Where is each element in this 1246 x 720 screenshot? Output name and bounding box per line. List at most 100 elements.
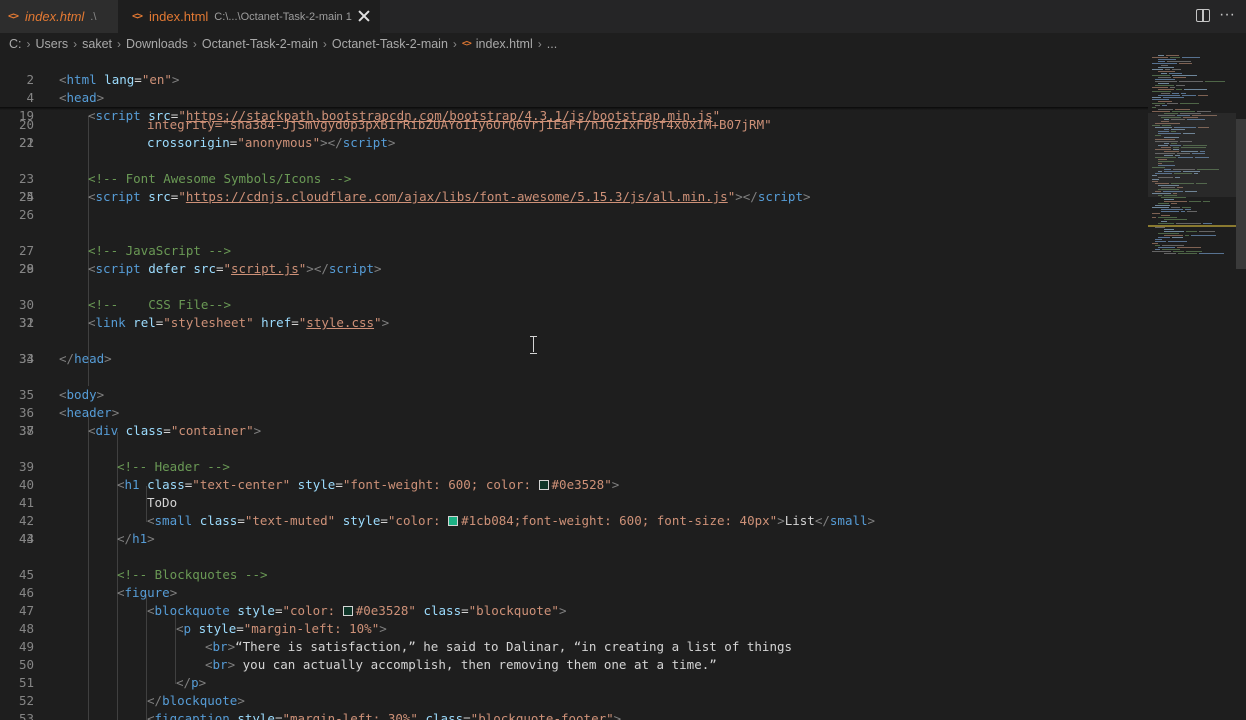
minimap-line: [1158, 237, 1170, 238]
minimap-line: [1152, 207, 1169, 208]
minimap-line: [1162, 245, 1184, 246]
breadcrumb-item[interactable]: saket: [82, 37, 112, 51]
minimap-line: [1161, 211, 1179, 212]
chevron-right-icon: ›: [452, 37, 457, 51]
minimap-line: [1172, 93, 1179, 94]
minimap-line: [1158, 77, 1171, 78]
code-line: 34: [18, 351, 34, 366]
minimap-line: [1164, 229, 1174, 230]
breadcrumb-item[interactable]: Downloads: [126, 37, 188, 51]
minimap-line: [1158, 95, 1180, 96]
code-line: 31 <link rel="stylesheet" href="style.css…: [18, 315, 390, 330]
code-line: 44: [18, 531, 34, 546]
chevron-right-icon: ›: [192, 37, 197, 51]
code-line: 28 <script defer src="script.js"></script…: [18, 261, 382, 276]
more-actions-icon[interactable]: ···: [1219, 6, 1235, 24]
code-line: 53 <figcaption style="margin-left: 30%" c…: [18, 711, 622, 720]
minimap-line: [1205, 81, 1225, 82]
minimap-line: [1172, 237, 1183, 238]
minimap[interactable]: [1148, 53, 1236, 720]
code-line: 39 <!-- Header -->: [18, 459, 230, 474]
minimap-viewport[interactable]: [1148, 113, 1236, 197]
minimap-line: [1161, 65, 1168, 66]
minimap-line: [1176, 223, 1201, 224]
chevron-right-icon: ›: [537, 37, 542, 51]
breadcrumb-item[interactable]: Users: [36, 37, 69, 51]
sticky-divider: [0, 107, 1148, 110]
minimap-line: [1172, 69, 1181, 70]
minimap-line: [1171, 203, 1177, 204]
code-line: 51 </p>: [18, 675, 207, 690]
scrollbar[interactable]: [1236, 53, 1246, 720]
minimap-line: [1170, 57, 1180, 58]
code-editor[interactable]: 20 integrity="sha384-JjSmVgyd0p3pXB1rRibZ…: [0, 53, 1148, 720]
minimap-line: [1152, 243, 1158, 244]
minimap-line: [1163, 97, 1184, 98]
minimap-line: [1158, 217, 1177, 218]
code-line: 29: [18, 261, 34, 276]
minimap-line: [1179, 81, 1203, 82]
code-line: 30 <!-- CSS File-->: [18, 297, 231, 312]
minimap-line: [1158, 109, 1173, 110]
sticky-line[interactable]: 2 <html lang="en">: [0, 53, 1148, 87]
minimap-line: [1155, 245, 1160, 246]
minimap-line: [1203, 201, 1210, 202]
minimap-line: [1161, 209, 1183, 210]
breadcrumb-item[interactable]: Octanet-Task-2-main: [202, 37, 318, 51]
minimap-line: [1197, 111, 1211, 112]
minimap-line: [1182, 57, 1200, 58]
scrollbar-thumb[interactable]: [1236, 119, 1246, 269]
minimap-line: [1152, 63, 1177, 64]
code-line: 50 <br> you can actually accomplish, then…: [18, 657, 717, 672]
minimap-line: [1161, 215, 1170, 216]
breadcrumb-item[interactable]: Octanet-Task-2-main: [332, 37, 448, 51]
html-file-icon: <>: [461, 39, 472, 49]
minimap-line: [1175, 109, 1190, 110]
breadcrumb-item[interactable]: index.html: [476, 37, 533, 51]
minimap-line: [1158, 89, 1174, 90]
minimap-line: [1152, 213, 1160, 214]
tab-index-html-preview[interactable]: <> index.html .\: [0, 0, 118, 33]
minimap-line: [1161, 197, 1186, 198]
minimap-line: [1179, 63, 1192, 64]
code-line: 25: [18, 189, 34, 204]
chevron-right-icon: ›: [26, 37, 31, 51]
minimap-line: [1178, 253, 1197, 254]
html-file-icon: <>: [8, 11, 19, 22]
link[interactable]: https://stackpath.bootstrapcdn.com/boots…: [186, 108, 713, 123]
code-line: 36 <header>: [18, 405, 120, 420]
chevron-right-icon: ›: [322, 37, 327, 51]
sticky-line[interactable]: 4 <head>: [0, 71, 1148, 105]
minimap-line: [1172, 111, 1195, 112]
minimap-line: [1199, 253, 1224, 254]
minimap-line: [1152, 75, 1170, 76]
minimap-line: [1158, 83, 1169, 84]
breadcrumb-item[interactable]: ...: [547, 37, 557, 51]
minimap-line: [1158, 233, 1179, 234]
code-line: 49 <br>“There is satisfaction,” he said t…: [18, 639, 793, 654]
sticky-scroll[interactable]: 2 <html lang="en"> 4 <head> 19 <script src=…: [0, 53, 1148, 123]
minimap-line: [1152, 97, 1161, 98]
code-line: 46 <figure>: [18, 585, 178, 600]
split-editor-icon[interactable]: [1196, 9, 1210, 22]
minimap-line: [1191, 235, 1216, 236]
minimap-line: [1155, 85, 1174, 86]
minimap-line: [1176, 85, 1185, 86]
minimap-line: [1167, 61, 1191, 62]
minimap-highlight: [1148, 225, 1236, 227]
minimap-line: [1155, 227, 1165, 228]
tab-path: C:\...\Octanet-Task-2-main 1: [214, 10, 352, 23]
sticky-line[interactable]: 19 <script src="https://stackpath.bootstr…: [0, 89, 1148, 123]
minimap-line: [1170, 87, 1175, 88]
tab-bar: <> index.html .\ <> index.html C:\...\Oc…: [0, 0, 1246, 33]
minimap-line: [1169, 73, 1182, 74]
minimap-line: [1152, 57, 1168, 58]
minimap-line: [1184, 89, 1207, 90]
tab-index-html-active[interactable]: <> index.html C:\...\Octanet-Task-2-main…: [118, 0, 380, 33]
breadcrumb-item[interactable]: C:: [9, 37, 22, 51]
minimap-line: [1164, 253, 1176, 254]
code-line: 42 <small class="text-muted" style="color…: [18, 513, 876, 528]
close-icon[interactable]: [356, 8, 372, 24]
minimap-line: [1167, 103, 1178, 104]
minimap-line: [1186, 231, 1197, 232]
